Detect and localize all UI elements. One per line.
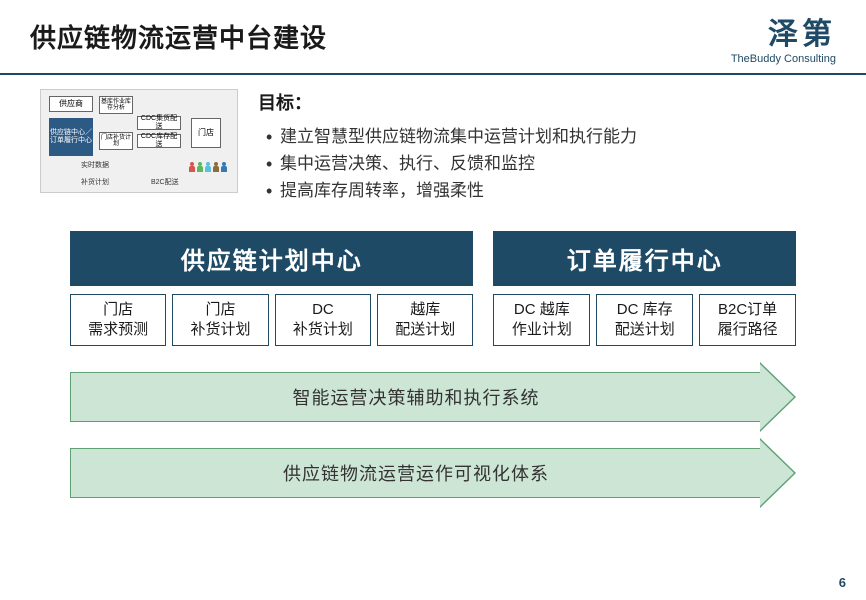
arrow-label: 智能运营决策辅助和执行系统 [70, 372, 761, 422]
mini-sk2: 门店补货计划 [99, 132, 133, 150]
arrow-bar-2: 供应链物流运营运作可视化体系 [70, 448, 796, 498]
mini-label-plan: 补货计划 [81, 177, 109, 187]
mini-sk1: 基库作业库存分析 [99, 96, 133, 114]
slide-title: 供应链物流运营中台建设 [30, 18, 327, 55]
goal-item: 集中运营决策、执行、反馈和监控 [258, 150, 826, 177]
item-box: DC 补货计划 [275, 294, 371, 347]
person-icon [205, 162, 211, 172]
arrow-label: 供应链物流运营运作可视化体系 [70, 448, 761, 498]
centers-row: 供应链计划中心 订单履行中心 [40, 231, 826, 286]
logo-en: TheBuddy Consulting [731, 53, 836, 65]
slide-content: 供应商 供应链中心／订单履行中心 基库作业库存分析 门店补货计划 CDC集货配送… [0, 75, 866, 498]
person-icon [189, 162, 195, 172]
arrow-bar-1: 智能运营决策辅助和执行系统 [70, 372, 796, 422]
slide-header: 供应链物流运营中台建设 泽第 TheBuddy Consulting [0, 0, 866, 73]
items-row: 门店 需求预测 门店 补货计划 DC 补货计划 越库 配送计划 DC 越库 作业… [40, 294, 826, 347]
item-box: 越库 配送计划 [377, 294, 473, 347]
item-box: 门店 补货计划 [172, 294, 268, 347]
goal-item: 建立智慧型供应链物流集中运营计划和执行能力 [258, 123, 826, 150]
person-icon [221, 162, 227, 172]
person-icon [197, 162, 203, 172]
mini-label-data: 实时数据 [81, 160, 109, 170]
item-box: DC 库存 配送计划 [596, 294, 693, 347]
right-items-group: DC 越库 作业计划 DC 库存 配送计划 B2C订单 履行路径 [493, 294, 796, 347]
top-section: 供应商 供应链中心／订单履行中心 基库作业库存分析 门店补货计划 CDC集货配送… [40, 89, 826, 205]
person-icon [213, 162, 219, 172]
mini-cdc2: CDC库存配送 [137, 134, 181, 148]
page-number: 6 [839, 575, 846, 590]
goal-item: 提高库存周转率，增强柔性 [258, 177, 826, 204]
center-order-fulfillment: 订单履行中心 [493, 231, 796, 286]
logo-cn: 泽第 [731, 18, 836, 51]
item-box: DC 越库 作业计划 [493, 294, 590, 347]
arrow-head-icon [760, 362, 796, 432]
mini-cdc1: CDC集货配送 [137, 116, 181, 130]
mini-store: 门店 [191, 118, 221, 148]
arrow-head-icon [760, 438, 796, 508]
goals-heading: 目标： [258, 89, 826, 115]
logo: 泽第 TheBuddy Consulting [731, 18, 836, 65]
mini-supplier: 供应商 [49, 96, 93, 112]
mini-center: 供应链中心／订单履行中心 [49, 118, 93, 156]
people-icons [189, 162, 227, 172]
left-items-group: 门店 需求预测 门店 补货计划 DC 补货计划 越库 配送计划 [70, 294, 473, 347]
goals-section: 目标： 建立智慧型供应链物流集中运营计划和执行能力 集中运营决策、执行、反馈和监… [258, 89, 826, 205]
mini-diagram: 供应商 供应链中心／订单履行中心 基库作业库存分析 门店补货计划 CDC集货配送… [40, 89, 238, 193]
item-box: 门店 需求预测 [70, 294, 166, 347]
mini-label-b2c: B2C配送 [151, 177, 179, 187]
goals-list: 建立智慧型供应链物流集中运营计划和执行能力 集中运营决策、执行、反馈和监控 提高… [258, 123, 826, 205]
item-box: B2C订单 履行路径 [699, 294, 796, 347]
center-supply-chain: 供应链计划中心 [70, 231, 473, 286]
